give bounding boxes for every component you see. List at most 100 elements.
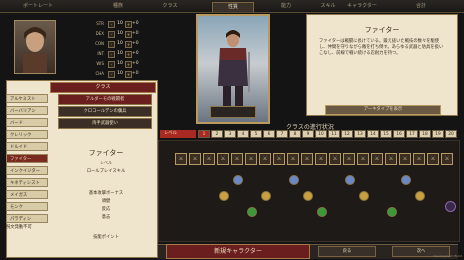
decrease-button[interactable]: - bbox=[108, 61, 115, 68]
increase-button[interactable]: + bbox=[125, 71, 132, 78]
class-info-line: 意志 bbox=[101, 215, 111, 220]
class-item[interactable]: インクイジター bbox=[6, 166, 48, 175]
feat-icon[interactable]: ⚔ bbox=[343, 153, 355, 165]
decrease-button[interactable]: - bbox=[108, 21, 115, 28]
attribute-value: 10 bbox=[117, 31, 123, 36]
tab-summary[interactable]: 合計 bbox=[406, 2, 436, 11]
decrease-button[interactable]: - bbox=[108, 31, 115, 38]
progression-orb-icon[interactable] bbox=[317, 207, 327, 217]
progression-orb-icon[interactable] bbox=[345, 175, 355, 185]
class-item[interactable]: アルケミスト bbox=[6, 94, 48, 103]
feat-icon[interactable]: ⚔ bbox=[259, 153, 271, 165]
class-info: ファイター レベル ロールプレイスキル 基本攻撃ボーナス 頑健 反応 意志 呪文… bbox=[6, 146, 154, 250]
attribute-value: 10 bbox=[117, 41, 123, 46]
attribute-label: DEX bbox=[95, 31, 104, 36]
attribute-modifier: +0 bbox=[132, 21, 139, 26]
feat-icon[interactable]: ⚔ bbox=[273, 153, 285, 165]
character-portrait[interactable] bbox=[14, 20, 56, 74]
class-item[interactable]: メイガス bbox=[6, 190, 48, 199]
progression-orb-icon[interactable] bbox=[261, 191, 271, 201]
tab-traits[interactable]: 性質 bbox=[212, 2, 254, 12]
level-cell: 9 bbox=[302, 130, 314, 138]
feat-icon[interactable]: ⚔ bbox=[301, 153, 313, 165]
attribute-modifier: +0 bbox=[132, 51, 139, 56]
decrease-button[interactable]: - bbox=[108, 71, 115, 78]
class-item[interactable]: ドルイド bbox=[6, 142, 48, 151]
progression-orb-icon[interactable] bbox=[387, 207, 397, 217]
progression-orb-icon[interactable] bbox=[233, 175, 243, 185]
increase-button[interactable]: + bbox=[125, 21, 132, 28]
level-cell: 8 bbox=[289, 130, 301, 138]
class-item-selected[interactable]: ファイター bbox=[6, 154, 48, 163]
build-watermark: Development Build bbox=[433, 254, 462, 258]
level-cell: 14 bbox=[367, 130, 379, 138]
feat-icon[interactable]: ⚔ bbox=[427, 153, 439, 165]
description-title: ファイター bbox=[364, 26, 400, 34]
progression-grid: ⚔ ⚔ ⚔ ⚔ ⚔ ⚔ ⚔ ⚔ ⚔ ⚔ ⚔ ⚔ ⚔ ⚔ ⚔ ⚔ ⚔ ⚔ ⚔ ⚔ bbox=[158, 140, 460, 242]
art-caption-plate bbox=[210, 106, 256, 118]
tab-portrait[interactable]: ポートレート bbox=[14, 2, 62, 11]
progression-orb-icon[interactable] bbox=[219, 191, 229, 201]
tab-class[interactable]: クラス bbox=[150, 2, 190, 11]
progression-orb-icon[interactable] bbox=[289, 175, 299, 185]
subclass-item[interactable]: 両手武器使い bbox=[58, 118, 152, 129]
attribute-label: CON bbox=[95, 41, 104, 46]
feat-icon[interactable]: ⚔ bbox=[203, 153, 215, 165]
feat-icon[interactable]: ⚔ bbox=[385, 153, 397, 165]
level-cell: 11 bbox=[328, 130, 340, 138]
progression-orb-icon[interactable] bbox=[401, 175, 411, 185]
progression-orb-icon[interactable] bbox=[415, 191, 425, 201]
tab-character[interactable]: キャラクター bbox=[340, 2, 384, 11]
feat-icon[interactable]: ⚔ bbox=[175, 153, 187, 165]
level-cell: 12 bbox=[341, 130, 353, 138]
feat-icon[interactable]: ⚔ bbox=[189, 153, 201, 165]
class-item[interactable]: バーバリアン bbox=[6, 106, 48, 115]
class-info-line: 呪文発動不可 bbox=[6, 225, 32, 230]
decrease-button[interactable]: - bbox=[108, 41, 115, 48]
class-item[interactable]: クレリック bbox=[6, 130, 48, 139]
feat-icon[interactable]: ⚔ bbox=[245, 153, 257, 165]
level-cell: 10 bbox=[315, 130, 327, 138]
subclass-item[interactable]: アルダーモの戦闘者 bbox=[58, 94, 152, 105]
feat-icon[interactable]: ⚔ bbox=[287, 153, 299, 165]
attribute-value: 10 bbox=[117, 71, 123, 76]
back-button[interactable]: 戻る bbox=[318, 246, 376, 257]
class-description-panel: ファイター ファイターは戦闘に長けている。鍛え抜いた戦技の数々を駆使し、仲間を守… bbox=[306, 14, 458, 116]
attribute-row: CHA - 10 + +0 bbox=[88, 70, 148, 78]
feat-icon[interactable]: ⚔ bbox=[231, 153, 243, 165]
feat-icon[interactable]: ⚔ bbox=[399, 153, 411, 165]
class-item[interactable]: パラディン bbox=[6, 214, 48, 223]
feat-icon[interactable]: ⚔ bbox=[217, 153, 229, 165]
progression-orb-icon[interactable] bbox=[303, 191, 313, 201]
decrease-button[interactable]: - bbox=[108, 51, 115, 58]
tab-race[interactable]: 種族 bbox=[100, 2, 136, 11]
progression-orb-icon[interactable] bbox=[247, 207, 257, 217]
show-archetype-button[interactable]: アーキタイプを表示 bbox=[325, 105, 441, 115]
tab-abilities[interactable]: 能力 bbox=[268, 2, 304, 11]
subclass-item[interactable]: クロコールデンの傭兵 bbox=[58, 106, 152, 117]
level-cell: 20 bbox=[445, 130, 457, 138]
feat-icon[interactable]: ⚔ bbox=[413, 153, 425, 165]
increase-button[interactable]: + bbox=[125, 51, 132, 58]
settings-gear-icon[interactable] bbox=[445, 201, 456, 212]
attribute-modifier: +0 bbox=[132, 41, 139, 46]
increase-button[interactable]: + bbox=[125, 31, 132, 38]
level-cell: 18 bbox=[419, 130, 431, 138]
class-info-title: ファイター bbox=[88, 149, 124, 157]
feat-icon[interactable]: ⚔ bbox=[357, 153, 369, 165]
class-item[interactable]: モンク bbox=[6, 202, 48, 211]
feat-icon[interactable]: ⚔ bbox=[315, 153, 327, 165]
attribute-modifier: +0 bbox=[132, 61, 139, 66]
attribute-label: INT bbox=[97, 51, 104, 56]
class-item[interactable]: キネティシスト bbox=[6, 178, 48, 187]
class-info-line: 基本攻撃ボーナス bbox=[88, 191, 124, 196]
feat-icon[interactable]: ⚔ bbox=[371, 153, 383, 165]
feat-icon[interactable]: ⚔ bbox=[329, 153, 341, 165]
increase-button[interactable]: + bbox=[125, 41, 132, 48]
feat-icon[interactable]: ⚔ bbox=[441, 153, 453, 165]
increase-button[interactable]: + bbox=[125, 61, 132, 68]
progression-orb-icon[interactable] bbox=[359, 191, 369, 201]
level-cell: 3 bbox=[224, 130, 236, 138]
class-item[interactable]: バード bbox=[6, 118, 48, 127]
description-body: ファイターは戦闘に長けている。鍛え抜いた戦技の数々を駆使し、仲間を守りながら敵を… bbox=[319, 39, 444, 56]
